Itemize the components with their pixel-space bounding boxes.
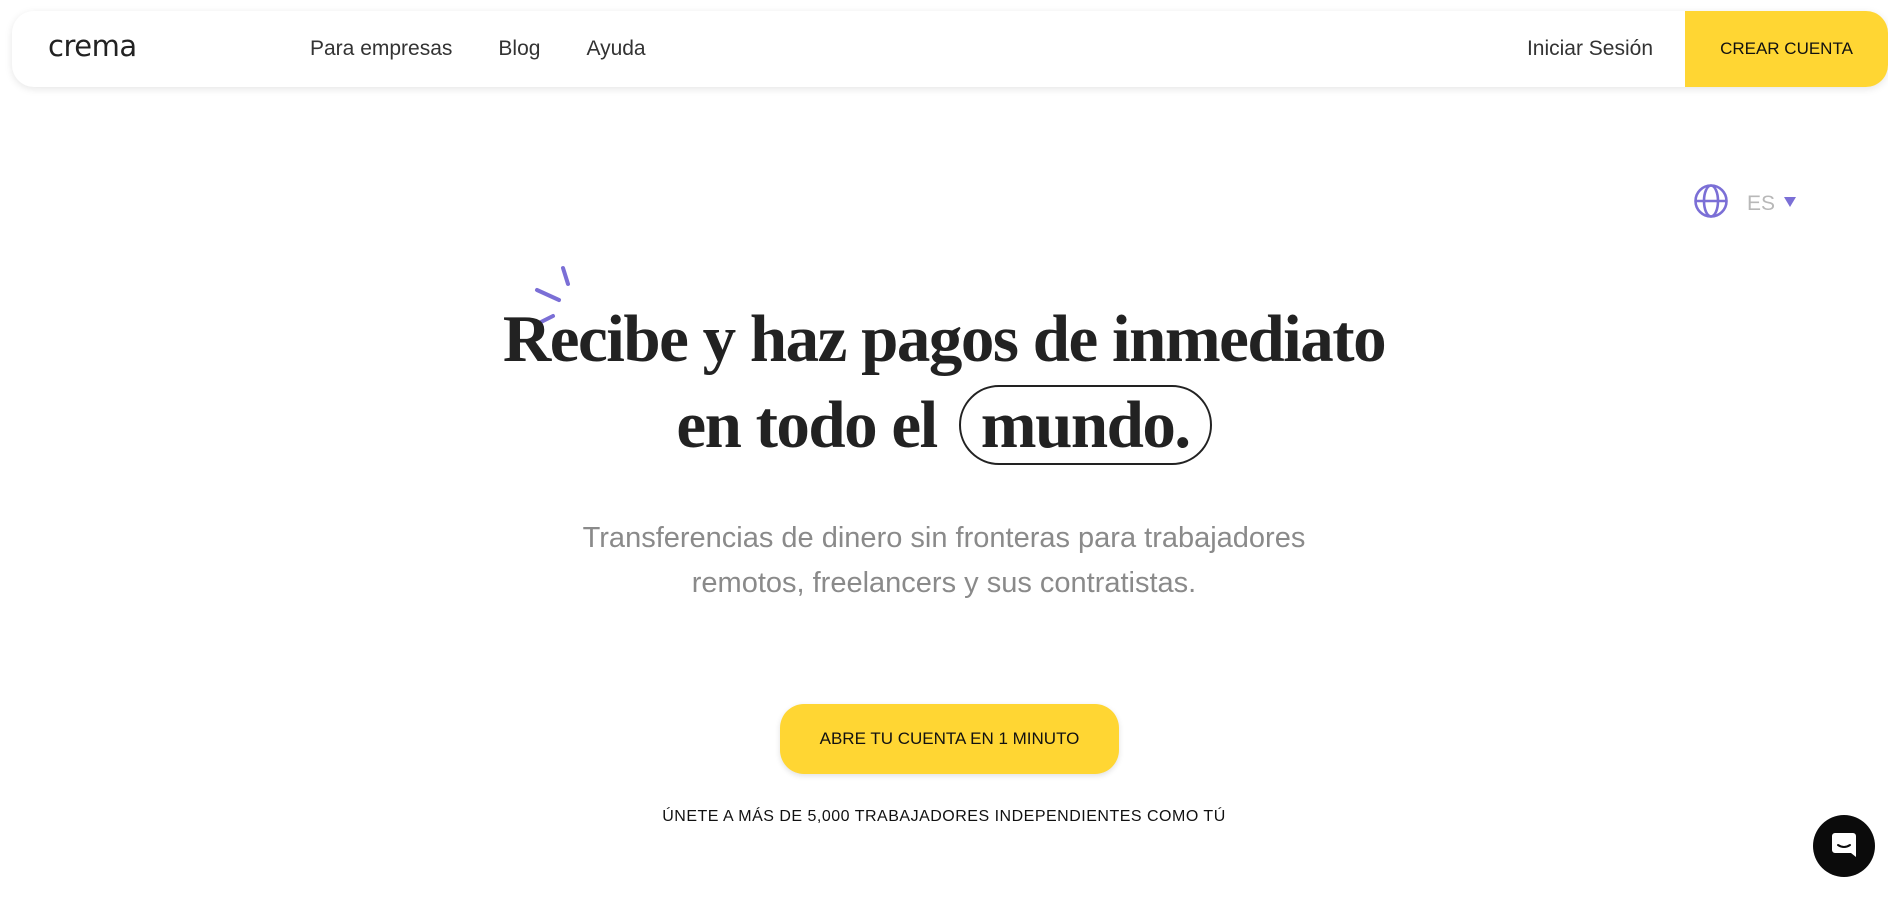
hero-subtitle: Transferencias de dinero sin fronteras p… (0, 516, 1888, 606)
language-code: ES (1747, 191, 1776, 215)
hero-title-prefix: en todo el (676, 388, 938, 462)
hero-subtitle-line2: remotos, freelancers y sus contratistas. (691, 567, 1197, 599)
hero-title: Recibe y haz pagos de inmediato en todo … (0, 296, 1888, 468)
main-nav: Para empresas Blog Ayuda (310, 11, 692, 87)
create-account-button[interactable]: CREAR CUENTA (1685, 11, 1888, 87)
social-proof-text: ÚNETE A MÁS DE 5,000 TRABAJADORES INDEPE… (662, 808, 1226, 825)
open-account-button[interactable]: ABRE TU CUENTA EN 1 MINUTO (780, 704, 1119, 774)
top-navbar: crema Para empresas Blog Ayuda Iniciar S… (12, 11, 1888, 87)
hero-title-line1: Recibe y haz pagos de inmediato (502, 302, 1387, 376)
chat-bubble-icon (1829, 830, 1859, 863)
hero-title-line2: en todo el mundo. (0, 382, 1888, 468)
nav-link-empresas[interactable]: Para empresas (310, 37, 452, 61)
login-link[interactable]: Iniciar Sesión (1527, 11, 1653, 87)
hero-highlight-pill: mundo. (958, 385, 1212, 465)
crema-logo[interactable]: crema (48, 29, 137, 63)
caret-down-icon (1783, 195, 1797, 213)
hero-subtitle-line1: Transferencias de dinero sin fronteras p… (582, 522, 1306, 554)
nav-link-blog[interactable]: Blog (498, 37, 540, 61)
chat-widget-button[interactable] (1813, 815, 1875, 877)
globe-icon (1693, 183, 1729, 224)
language-selector[interactable]: ES (1693, 183, 1797, 224)
logo-text: crema (48, 29, 137, 63)
nav-link-ayuda[interactable]: Ayuda (586, 37, 645, 61)
